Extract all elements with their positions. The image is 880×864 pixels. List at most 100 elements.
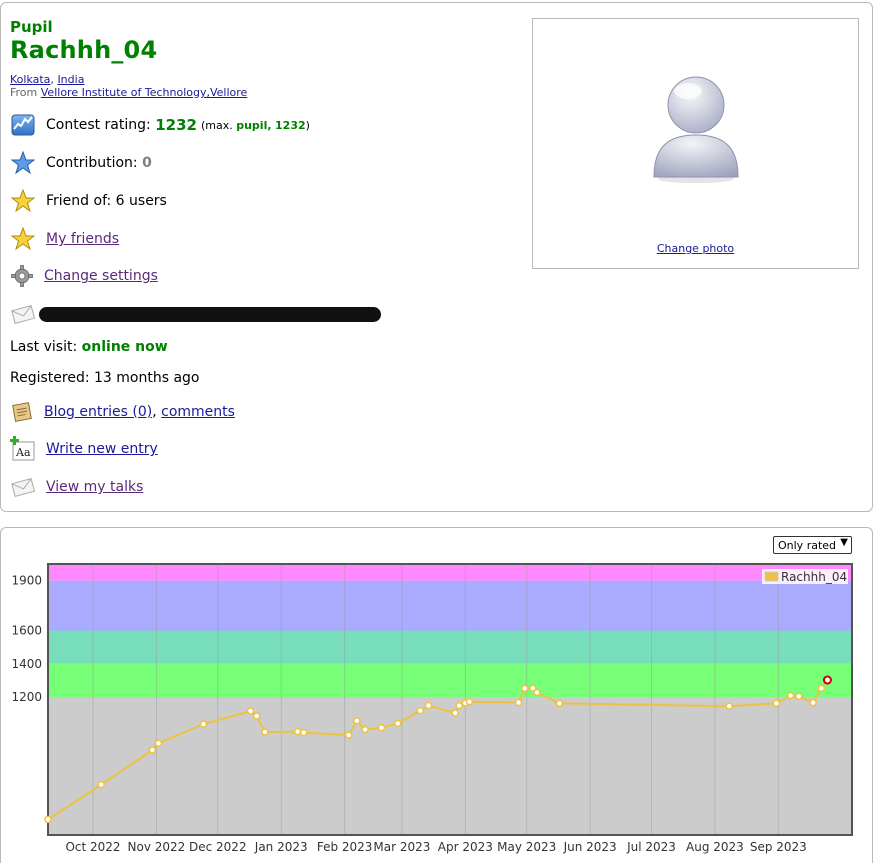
change-photo-link[interactable]: Change photo xyxy=(657,242,734,255)
last-visit-label: Last visit: xyxy=(10,339,78,355)
view-talks-link[interactable]: View my talks xyxy=(46,479,143,495)
change-settings-link[interactable]: Change settings xyxy=(44,268,158,284)
last-visit-value: online now xyxy=(81,339,168,355)
my-friends-link[interactable]: My friends xyxy=(46,231,119,247)
data-point xyxy=(533,688,541,697)
avatar-placeholder-icon xyxy=(653,76,739,183)
data-point xyxy=(154,739,163,747)
data-point xyxy=(416,706,425,715)
gold-star-icon xyxy=(10,188,36,214)
notebook-icon xyxy=(10,399,34,425)
registered-text: Registered: 13 months ago xyxy=(10,370,200,386)
my-friends-row: My friends xyxy=(10,225,119,253)
x-tick-label: Oct 2022 xyxy=(65,840,120,854)
blog-row: Blog entries (0), comments xyxy=(10,398,235,426)
data-point xyxy=(809,698,817,707)
rank-band xyxy=(48,697,852,835)
profile-card: Pupil Rachhh_04 Kolkata, India From Vell… xyxy=(0,2,873,512)
data-point xyxy=(795,692,803,701)
data-point xyxy=(344,731,353,739)
data-point xyxy=(772,699,781,708)
redacted-email xyxy=(39,307,381,322)
contribution-label: Contribution: xyxy=(46,155,138,171)
data-point xyxy=(465,697,474,706)
x-tick-label: May 2023 xyxy=(497,840,556,854)
svg-text:Aa: Aa xyxy=(15,446,31,459)
user-handle: Rachhh_04 xyxy=(10,36,158,64)
x-tick-label: Aug 2023 xyxy=(686,840,744,854)
data-point xyxy=(555,699,564,708)
gear-icon xyxy=(10,263,34,289)
y-tick-label: 1400 xyxy=(11,657,42,671)
comments-link[interactable]: comments xyxy=(161,404,235,420)
contribution-value: 0 xyxy=(142,155,152,171)
data-point xyxy=(377,724,386,732)
x-tick-label: Dec 2022 xyxy=(189,840,247,854)
y-tick-label: 1600 xyxy=(11,624,42,638)
gold-star-icon xyxy=(10,226,36,252)
rank-band xyxy=(48,663,852,698)
user-organization: From Vellore Institute of Technology,Vel… xyxy=(10,86,247,99)
max-rating: (max. pupil, 1232) xyxy=(200,118,310,132)
x-tick-label: Nov 2022 xyxy=(128,840,186,854)
write-entry-row: Aa Write new entry xyxy=(10,435,158,463)
write-entry-icon: Aa xyxy=(10,436,36,462)
x-tick-label: Jul 2023 xyxy=(626,840,676,854)
country-link[interactable]: India xyxy=(57,73,84,86)
friend-of-text: Friend of: 6 users xyxy=(46,193,167,209)
rating-chart: Oct 2022 Nov 2022 Dec 2022 Jan 2023 Feb 2023… xyxy=(11,563,853,854)
contribution-row: Contribution: 0 xyxy=(10,149,152,177)
rank-band xyxy=(48,580,852,631)
x-tick-label: Mar 2023 xyxy=(373,840,430,854)
blue-star-icon xyxy=(10,150,36,176)
y-tick-label: 1900 xyxy=(11,574,42,588)
data-point xyxy=(514,698,523,707)
avatar-box: Change photo xyxy=(532,18,859,269)
data-point xyxy=(261,728,269,736)
user-location: Kolkata, India xyxy=(10,73,85,86)
rating-chart-card: Only rated ▼ Oct 2022 Nov 2022 Dec 2022 Jan… xyxy=(0,527,873,863)
envelope-icon xyxy=(10,474,36,500)
last-visit-row: Last visit: online now xyxy=(10,339,168,355)
data-point xyxy=(199,720,208,728)
x-tick-label: Apr 2023 xyxy=(438,840,493,854)
rank-band xyxy=(48,630,852,664)
write-entry-link[interactable]: Write new entry xyxy=(46,441,158,457)
data-point xyxy=(725,702,734,710)
data-point xyxy=(786,691,795,700)
user-rank: Pupil xyxy=(10,18,53,36)
data-point xyxy=(394,719,402,728)
data-point xyxy=(424,701,433,710)
contest-rating-row: Contest rating: 1232 (max. pupil, 1232) xyxy=(10,111,310,139)
x-tick-label: Jan 2023 xyxy=(254,840,308,854)
data-point xyxy=(148,746,157,754)
contest-rating-value: 1232 xyxy=(155,116,197,134)
data-point xyxy=(353,717,361,725)
rating-graph-icon xyxy=(10,112,36,138)
blog-entries-link[interactable]: Blog entries (0) xyxy=(44,404,152,420)
data-point xyxy=(252,712,261,720)
change-settings-row: Change settings xyxy=(10,262,158,290)
data-point xyxy=(293,727,302,736)
organization-link[interactable]: Vellore Institute of Technology,Vellore xyxy=(41,86,248,99)
data-point xyxy=(246,707,255,715)
data-point xyxy=(451,709,459,717)
from-label: From xyxy=(10,86,38,99)
x-tick-label: Feb 2023 xyxy=(317,840,373,854)
city-link[interactable]: Kolkata xyxy=(10,73,50,86)
contest-rating-label: Contest rating: xyxy=(46,117,151,133)
friend-of-row: Friend of: 6 users xyxy=(10,187,167,215)
data-point xyxy=(299,728,308,737)
x-tick-label: Sep 2023 xyxy=(750,840,807,854)
data-point xyxy=(455,701,463,710)
rank-band xyxy=(48,564,852,581)
data-point xyxy=(520,684,529,693)
y-tick-label: 1200 xyxy=(11,690,42,704)
data-point xyxy=(817,684,826,693)
data-point xyxy=(822,675,832,685)
data-point xyxy=(44,815,52,824)
legend-label: Rachhh_04 xyxy=(781,570,847,584)
legend-swatch xyxy=(764,571,779,582)
comma-separator: , xyxy=(152,404,157,420)
talks-row: View my talks xyxy=(10,473,143,501)
